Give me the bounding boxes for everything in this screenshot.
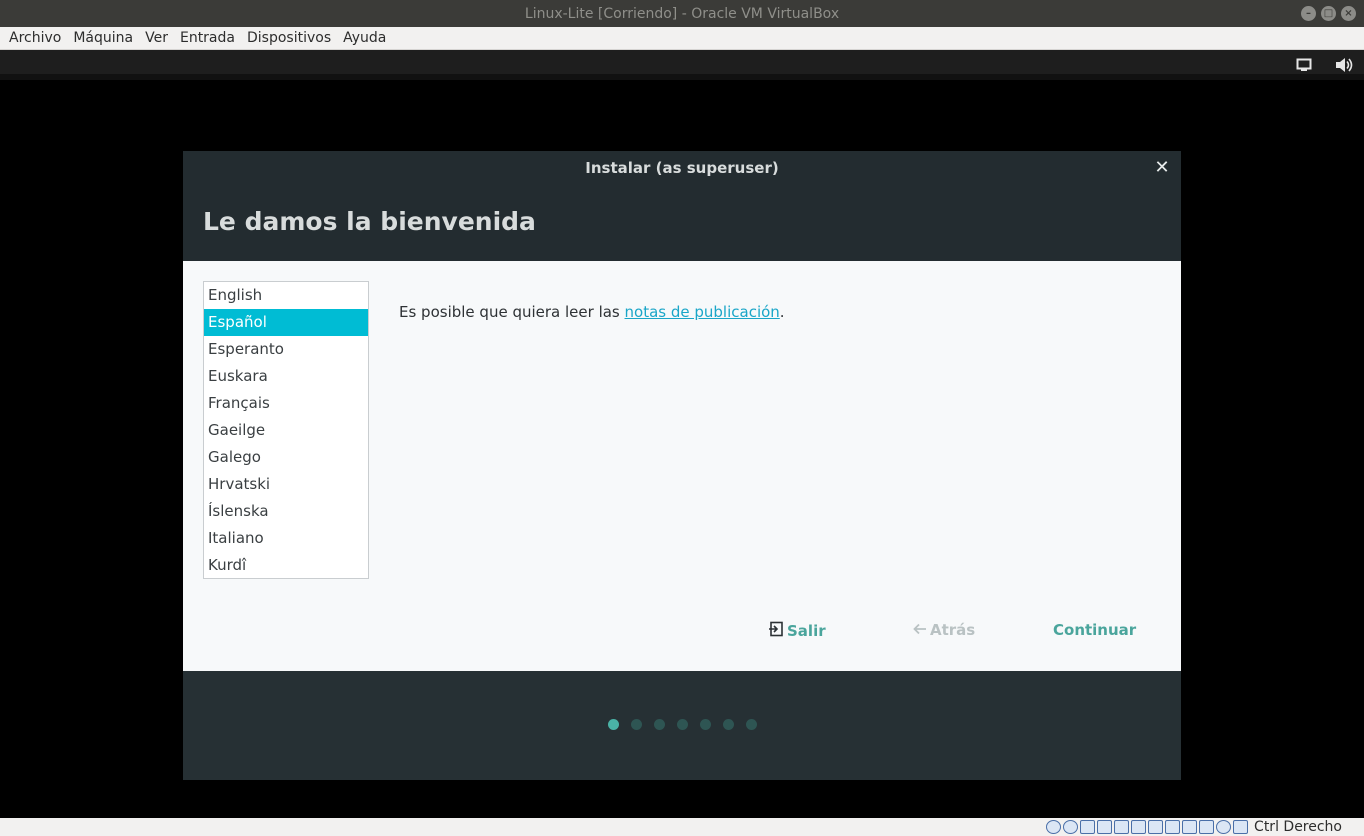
continue-button-label: Continuar [1053,621,1137,639]
recording-icon[interactable] [1182,820,1198,834]
step-dot [676,719,688,730]
minimize-icon[interactable]: – [1301,6,1316,21]
menu-entrada[interactable]: Entrada [174,27,241,50]
guest-top-panel [0,50,1364,80]
close-icon[interactable]: ✕ [1153,159,1171,177]
dialog-title: Instalar (as superuser) [585,159,779,177]
step-indicator [183,719,1181,730]
installer-dialog: Instalar (as superuser) ✕ Le damos la bi… [183,151,1181,780]
page-title: Le damos la bienvenida [203,207,536,236]
back-button[interactable]: Atrás [913,621,975,639]
display-icon[interactable] [1294,56,1314,74]
display-status-icon[interactable] [1148,820,1164,834]
step-dot [699,719,711,730]
language-list[interactable]: English Español Esperanto Euskara França… [203,281,369,579]
step-dot [653,719,665,730]
language-item[interactable]: English [204,282,368,309]
maximize-icon[interactable]: □ [1321,6,1336,21]
quit-button[interactable]: Salir [768,621,826,641]
host-statusbar: Ctrl Derecho [0,818,1364,836]
notes-suffix: . [779,303,785,321]
language-item-selected[interactable]: Español [204,309,368,336]
language-item[interactable]: Hrvatski [204,471,368,498]
host-key-label: Ctrl Derecho [1254,819,1342,835]
language-item[interactable]: Euskara [204,363,368,390]
release-notes-link[interactable]: notas de publicación [625,303,780,321]
menu-maquina[interactable]: Máquina [67,27,139,50]
shared-folder-icon[interactable] [1131,820,1147,834]
language-item[interactable]: Galego [204,444,368,471]
language-item[interactable]: Français [204,390,368,417]
step-dot [722,719,734,730]
window-controls: – □ × [1301,6,1356,21]
language-item[interactable]: Esperanto [204,336,368,363]
optical-drive-icon[interactable] [1063,820,1079,834]
network-icon[interactable] [1097,820,1113,834]
usb-icon[interactable] [1114,820,1130,834]
close-window-icon[interactable]: × [1341,6,1356,21]
continue-button[interactable]: Continuar [1053,621,1136,639]
video-capture-icon[interactable] [1165,820,1181,834]
back-button-label: Atrás [930,621,976,639]
menu-ver[interactable]: Ver [139,27,174,50]
window-title: Linux-Lite [Corriendo] - Oracle VM Virtu… [524,5,840,22]
release-notes-text: Es posible que quiera leer las notas de … [399,303,785,321]
arrow-left-icon [913,621,927,639]
step-dot [745,719,757,730]
mouse-integration-icon[interactable] [1216,820,1232,834]
hard-disk-icon[interactable] [1046,820,1062,834]
step-dot-active [607,719,619,730]
keyboard-capture-icon[interactable] [1233,820,1249,834]
dialog-content: English Español Esperanto Euskara França… [183,261,1181,671]
menu-archivo[interactable]: Archivo [3,27,67,50]
language-item[interactable]: Íslenska [204,498,368,525]
cpu-icon[interactable] [1199,820,1215,834]
language-item[interactable]: Italiano [204,525,368,552]
menu-dispositivos[interactable]: Dispositivos [241,27,337,50]
audio-icon[interactable] [1080,820,1096,834]
volume-icon[interactable] [1334,56,1354,74]
dialog-header: Instalar (as superuser) ✕ Le damos la bi… [183,151,1181,261]
menu-ayuda[interactable]: Ayuda [337,27,392,50]
notes-prefix: Es posible que quiera leer las [399,303,625,321]
step-dot [630,719,642,730]
host-titlebar: Linux-Lite [Corriendo] - Oracle VM Virtu… [0,0,1364,27]
quit-button-label: Salir [787,622,826,640]
language-item[interactable]: Kurdî [204,552,368,578]
host-menubar: Archivo Máquina Ver Entrada Dispositivos… [0,27,1364,50]
language-item[interactable]: Gaeilge [204,417,368,444]
exit-icon [768,621,784,641]
